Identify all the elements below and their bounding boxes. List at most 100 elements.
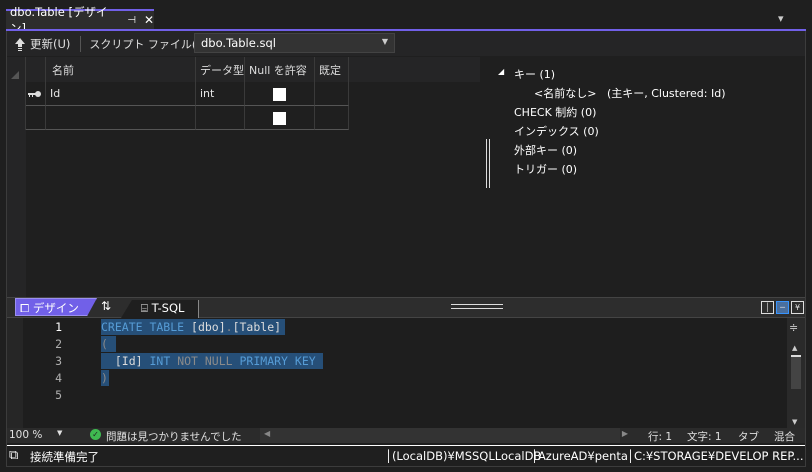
tab-tsql[interactable]: ⌸ T-SQL [121, 300, 199, 318]
row-name-cell[interactable]: Id [46, 82, 196, 106]
splitter-grip[interactable] [451, 304, 503, 309]
tree-triggers[interactable]: トリガー (0) [514, 161, 577, 177]
line-number: 2 [55, 337, 62, 351]
script-file-select[interactable]: dbo.Table.sql ▼ [194, 33, 395, 53]
row-header[interactable] [7, 82, 26, 106]
char-indicator: 文字: 1 [687, 431, 722, 443]
tsql-icon: ⌸ [141, 301, 152, 315]
header-filler [349, 57, 480, 82]
column-header-default[interactable]: 既定 [315, 57, 349, 82]
tree-indexes[interactable]: インデックス (0) [514, 123, 599, 139]
design-icon: ⧠ [20, 301, 33, 315]
code-keyword: INT [142, 354, 178, 368]
properties-tree: ◢ キー (1) <名前なし> (主キー, Clustered: Id) CHE… [480, 57, 806, 297]
column-header-null[interactable]: Null を許容 [245, 57, 315, 82]
vertical-scrollbar[interactable]: ≑ ▲ ▼ [787, 318, 805, 428]
key-column-header [26, 57, 46, 82]
vertical-split-button[interactable]: │ [761, 301, 774, 314]
column-header-name[interactable]: 名前 [46, 57, 196, 82]
script-file-label: スクリプト ファイル(I): [89, 37, 208, 51]
primary-key-icon [26, 82, 46, 106]
chevron-down-icon[interactable]: ▼ [57, 429, 62, 437]
key-name: <名前なし> [534, 87, 597, 100]
separator [80, 35, 82, 52]
column-grid: 名前 データ型 Null を許容 既定 Id int [7, 57, 480, 297]
tab-tsql-label: T-SQL [151, 301, 185, 315]
collapse-pane-button[interactable]: ¥ [791, 301, 804, 314]
tree-key-item[interactable]: <名前なし> (主キー, Clustered: Id) [534, 85, 726, 101]
editor-gutter [7, 318, 23, 428]
scroll-down-icon[interactable]: ▼ [792, 418, 797, 426]
user-status: │AzureAD¥penta [531, 449, 628, 463]
server-name: (LocalDB)¥MSSQLLocalDB [391, 449, 542, 463]
code-keyword: CREATE TABLE [101, 320, 192, 334]
line-number: 5 [55, 388, 62, 402]
code-line-1: CREATE TABLE [dbo].[Table] [101, 319, 286, 335]
toolbar: 更新(U) スクリプト ファイル(I): [7, 31, 805, 56]
horizontal-scrollbar[interactable]: ◀ ▶ [260, 428, 628, 443]
key-detail: (主キー, Clustered: Id) [606, 87, 726, 100]
editor-status-bar: 100 % ▼ ✓ 問題は見つかりませんでした ◀ ▶ 行: 1 文字: 1 タブ… [7, 428, 805, 443]
code-line-2: ( [101, 336, 116, 352]
file-path: C:¥STORAGE¥DEVELOP REP... [633, 449, 804, 463]
split-editor-icon[interactable]: ≑ [789, 321, 798, 334]
script-file-value: dbo.Table.sql [201, 36, 276, 50]
new-row-default-cell[interactable] [315, 106, 349, 130]
code-keyword: PRIMARY KEY [232, 354, 323, 368]
allow-null-checkbox[interactable] [273, 88, 286, 101]
line-number: 3 [55, 354, 62, 368]
new-row-name-cell[interactable] [46, 106, 196, 130]
zoom-select[interactable]: 100 % [9, 429, 42, 441]
scroll-thumb[interactable] [791, 355, 801, 389]
line-indicator: 行: 1 [648, 431, 673, 443]
connection-icon: ⧉ [9, 448, 19, 463]
code-line-4: ) [101, 370, 109, 386]
tab-design-label: デザイン [32, 301, 79, 315]
path-status: │C:¥STORAGE¥DEVELOP REP... [627, 449, 804, 463]
code-dot: . [225, 320, 233, 334]
swap-panes-button[interactable]: ⇅ [101, 299, 111, 313]
refresh-button[interactable]: 更新(U) [14, 36, 70, 52]
code-identifier: [Id] [114, 354, 143, 368]
new-row-type-cell[interactable] [196, 106, 245, 130]
issues-status[interactable]: 問題は見つかりませんでした [106, 429, 242, 444]
row-type-cell[interactable]: int [196, 82, 245, 106]
row-null-cell [245, 82, 315, 106]
tab-menu-icon[interactable]: ▾ [778, 12, 784, 25]
collapse-icon[interactable]: ◢ [498, 67, 504, 76]
line-number: 4 [55, 371, 62, 385]
connection-status-bar: ⧉ 接続準備完了 │(LocalDB)¥MSSQLLocalDB │AzureA… [7, 445, 805, 466]
server-status: │(LocalDB)¥MSSQLLocalDB [385, 449, 542, 463]
new-row-null-cell [245, 106, 315, 130]
code-identifier: [Table] [232, 320, 282, 334]
eol-indicator[interactable]: 混合 [774, 429, 795, 444]
check-icon: ✓ [90, 429, 101, 440]
ready-status: 接続準備完了 [30, 450, 99, 464]
tree-keys[interactable]: キー (1) [514, 66, 555, 82]
splitter-line [486, 139, 487, 188]
tab-design[interactable]: ⧠ デザイン [15, 298, 97, 316]
row-header[interactable] [7, 106, 26, 130]
close-icon[interactable]: ✕ [144, 13, 154, 27]
select-all-corner[interactable] [7, 57, 26, 82]
user-name: AzureAD¥penta [537, 449, 628, 463]
up-arrow-icon [15, 37, 25, 51]
row-default-cell[interactable] [315, 82, 349, 106]
column-header-type[interactable]: データ型 [196, 57, 245, 82]
scroll-up-icon[interactable]: ▲ [792, 344, 797, 352]
allow-null-checkbox[interactable] [273, 112, 286, 125]
horizontal-split-button[interactable]: ─ [776, 301, 789, 314]
tree-check[interactable]: CHECK 制約 (0) [514, 104, 596, 120]
code-keyword-null: NOT NULL [177, 354, 233, 368]
chevron-down-icon: ▼ [381, 37, 388, 46]
splitter-line [489, 139, 490, 188]
pin-icon[interactable]: ⊣ [127, 15, 136, 26]
tree-foreign-keys[interactable]: 外部キー (0) [514, 142, 577, 158]
row-key-cell [26, 106, 46, 130]
document-tab[interactable]: dbo.Table [デザイン] ⊣ ✕ [6, 5, 154, 35]
refresh-label: 更新(U) [30, 36, 71, 51]
code-identifier: [dbo] [191, 320, 226, 334]
tab-indicator[interactable]: タブ [738, 429, 759, 444]
line-number: 1 [55, 320, 62, 334]
